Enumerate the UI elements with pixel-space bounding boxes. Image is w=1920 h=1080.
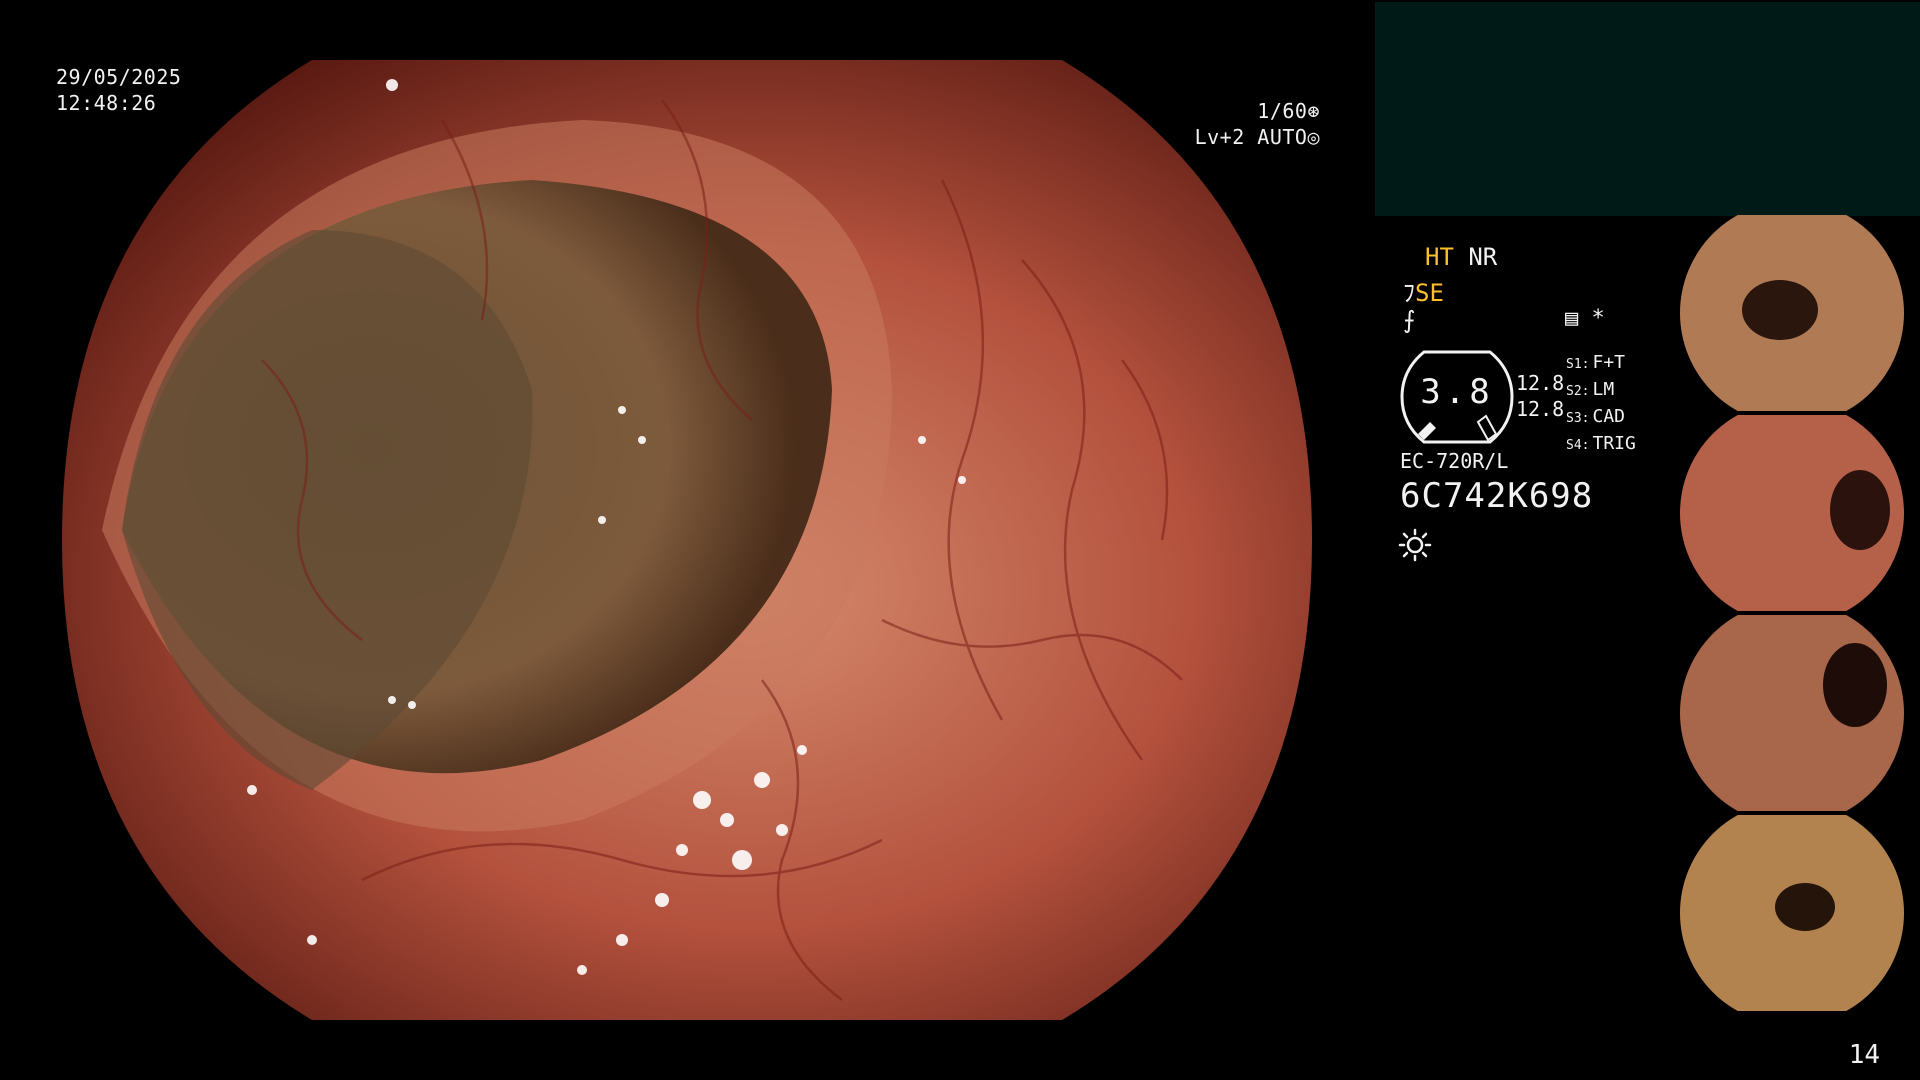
scope-model: EC-720R/L — [1400, 449, 1509, 473]
light-level-text: Lv+2 AUTO — [1194, 125, 1308, 149]
light-source-icon — [1398, 528, 1432, 562]
record-marker: * — [1591, 306, 1605, 331]
memo-icon: ▤ — [1565, 306, 1579, 331]
nr-indicator: NR — [1468, 243, 1498, 271]
thumbnail-lumen — [1830, 470, 1890, 550]
scope-switch-list: S1: F+T S2: LM S3: CAD S4: TRIG — [1566, 350, 1636, 458]
thumbnail-lumen — [1823, 643, 1887, 727]
auto-iris-icon: ◎ — [1307, 125, 1320, 149]
enhancement-indicator: ﾌSE — [1403, 273, 1444, 308]
iris-value-top: 12.8 — [1516, 371, 1565, 395]
switch-item: S1: F+T — [1566, 352, 1625, 373]
thumbnail[interactable] — [1665, 815, 1920, 1011]
enhancement-icon: ﾌ — [1403, 279, 1415, 307]
switch-item: S2: LM — [1566, 379, 1615, 400]
exposure-readout: 1/60⊛ Lv+2 AUTO◎ — [1195, 98, 1320, 150]
recording-status: ▤ * — [1565, 306, 1605, 331]
time-text: 12:48:26 — [56, 91, 157, 115]
date-time-readout: 29/05/2025 12:48:26 — [56, 64, 181, 116]
switch-item: S4: TRIG — [1566, 433, 1636, 454]
thumbnail[interactable] — [1665, 615, 1920, 811]
captured-thumbnails — [1665, 215, 1920, 1015]
shutter-text: 1/60 — [1257, 99, 1308, 123]
ht-indicator: HT — [1425, 243, 1454, 271]
patient-info-box — [1375, 2, 1920, 216]
frame-counter: 14 — [1848, 1040, 1880, 1070]
thumbnail[interactable] — [1665, 215, 1920, 411]
endoscopic-main-image — [62, 60, 1312, 1020]
date-text: 29/05/2025 — [56, 65, 182, 89]
zoom-value: 3.8 — [1420, 372, 1494, 412]
thumbnail[interactable] — [1665, 415, 1920, 611]
iris-value-bottom: 12.8 — [1516, 397, 1565, 421]
switch-item: S3: CAD — [1566, 406, 1625, 427]
contrast-icon: ⨍ — [1403, 306, 1416, 334]
scope-serial: 6C742K698 — [1400, 476, 1594, 516]
mode-indicators: HT NR — [1425, 243, 1497, 271]
iris-values: 12.8 12.8 — [1516, 370, 1564, 422]
shutter-icon: ⊛ — [1307, 99, 1320, 123]
se-indicator: SE — [1415, 279, 1444, 307]
thumbnail-lumen — [1775, 883, 1835, 931]
thumbnail-lumen — [1742, 280, 1818, 340]
